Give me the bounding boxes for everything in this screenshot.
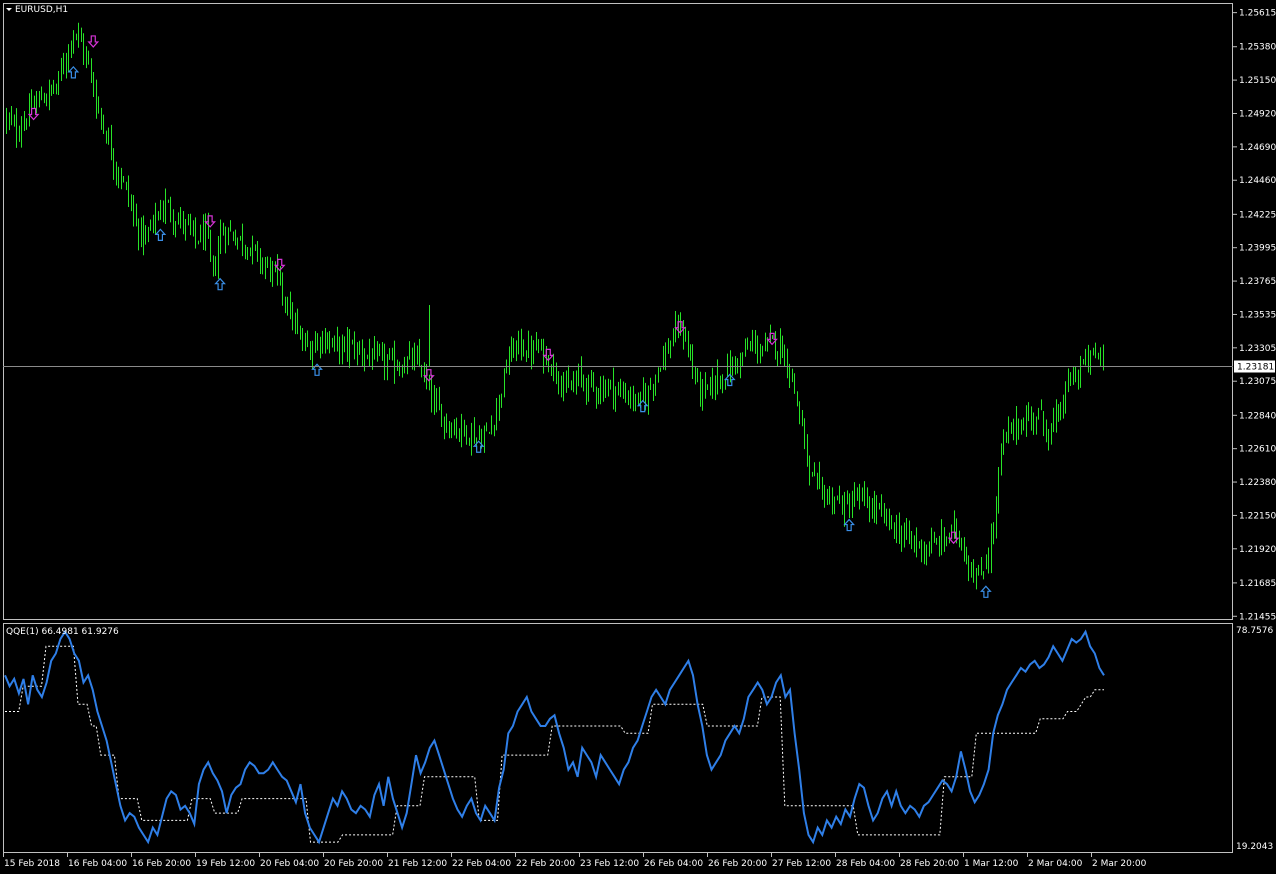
time-tick-label: 1 Mar 12:00: [964, 859, 1019, 869]
price-tick-label: 1.22840: [1239, 411, 1276, 421]
time-tick-label: 28 Feb 20:00: [900, 859, 959, 869]
indicator-label: QQE(1) 66.4981 61.9276: [6, 627, 119, 637]
price-tick-label: 1.24460: [1239, 176, 1276, 186]
price-tick-label: 1.22380: [1239, 478, 1276, 488]
time-tick-label: 23 Feb 12:00: [580, 859, 639, 869]
price-tick-label: 1.23995: [1239, 244, 1276, 254]
price-tick-label: 1.24225: [1239, 210, 1276, 220]
time-tick-label: 16 Feb 20:00: [132, 859, 191, 869]
time-tick-label: 19 Feb 12:00: [196, 859, 255, 869]
time-tick-label: 28 Feb 04:00: [836, 859, 895, 869]
price-tick-label: 1.21455: [1239, 612, 1276, 622]
chart-background: [0, 0, 1276, 874]
price-tick-label: 1.23305: [1239, 344, 1276, 354]
price-tick-label: 1.25150: [1239, 76, 1276, 86]
price-tick-label: 1.24690: [1239, 143, 1276, 153]
time-tick-label: 2 Mar 20:00: [1092, 859, 1147, 869]
time-tick-label: 22 Feb 04:00: [452, 859, 511, 869]
time-tick-label: 20 Feb 20:00: [324, 859, 383, 869]
chart-canvas: 1.25615 1.25380 1.25150 1.24920 1.24690 1.244…: [0, 0, 1276, 874]
time-tick-label: 2 Mar 04:00: [1028, 859, 1083, 869]
time-tick-label: 26 Feb 04:00: [644, 859, 703, 869]
price-tick-label: 1.21920: [1239, 545, 1276, 555]
price-tick-label: 1.25380: [1239, 43, 1276, 53]
time-tick-label: 26 Feb 20:00: [708, 859, 767, 869]
price-tick-label: 1.23535: [1239, 310, 1276, 320]
current-price-label: 1.23181: [1237, 363, 1274, 373]
price-tick-label: 1.22150: [1239, 511, 1276, 521]
time-tick-label: 22 Feb 20:00: [516, 859, 575, 869]
price-tick-label: 1.25615: [1239, 9, 1276, 19]
qqe-tick-label-max: 78.7576: [1236, 626, 1273, 636]
qqe-tick-label-min: 19.2043: [1236, 842, 1273, 852]
time-tick-label: 20 Feb 04:00: [260, 859, 319, 869]
price-tick-label: 1.24920: [1239, 109, 1276, 119]
time-tick-label: 15 Feb 2018: [4, 859, 60, 869]
price-tick-label: 1.22610: [1239, 445, 1276, 455]
price-tick-label: 1.23765: [1239, 277, 1276, 287]
time-tick-label: 21 Feb 12:00: [388, 859, 447, 869]
price-tick-label: 1.23075: [1239, 377, 1276, 387]
symbol-label: EURUSD,H1: [15, 5, 68, 15]
time-tick-label: 16 Feb 04:00: [68, 859, 127, 869]
price-tick-label: 1.21685: [1239, 579, 1276, 589]
symbol-selector[interactable]: EURUSD,H1: [6, 5, 68, 15]
time-tick-label: 27 Feb 12:00: [772, 859, 831, 869]
